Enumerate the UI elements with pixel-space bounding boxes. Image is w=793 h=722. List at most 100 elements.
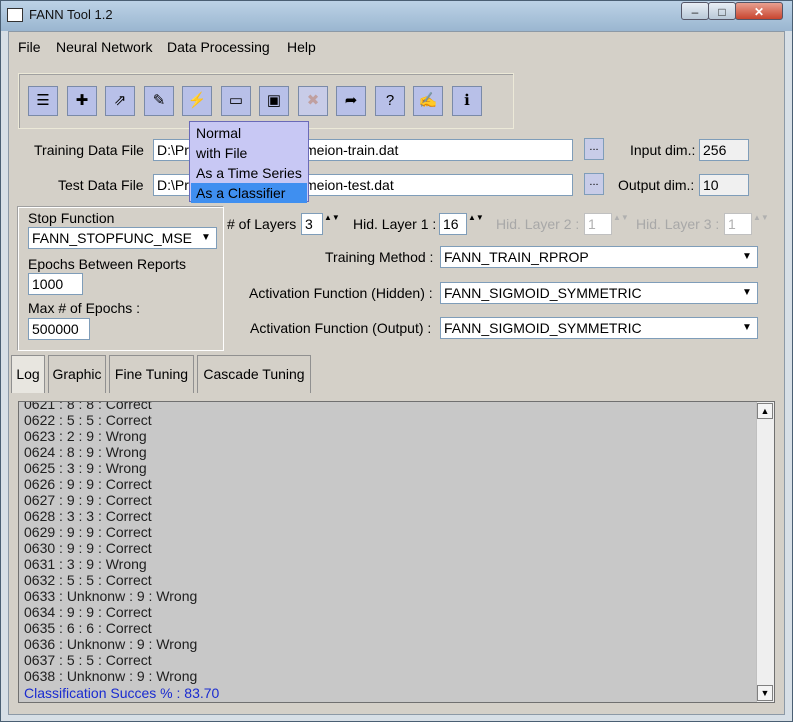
log-line: 0626 : 9 : 9 : Correct — [24, 476, 152, 492]
notes-button[interactable]: ✍ — [413, 86, 443, 116]
test-data-browse-button[interactable]: ... — [584, 173, 604, 195]
epochs-between-reports-field[interactable]: 1000 — [28, 273, 83, 295]
tab-cascade-tuning[interactable]: Cascade Tuning — [197, 355, 311, 393]
epochs-between-reports-label: Epochs Between Reports — [28, 256, 186, 272]
log-panel[interactable]: 0621 : 8 : 8 : Correct 0622 : 5 : 5 : Cor… — [18, 401, 775, 703]
edit-chart-button[interactable]: ✎ — [144, 86, 174, 116]
tab-fine-tuning[interactable]: Fine Tuning — [109, 355, 194, 393]
log-line: 0631 : 3 : 9 : Wrong — [24, 556, 147, 572]
train-icon: ⚡ — [187, 92, 207, 109]
input-dim-label: Input dim.: — [630, 142, 696, 158]
save-button[interactable]: ▣ — [259, 86, 289, 116]
training-data-label: Training Data File — [34, 142, 144, 158]
log-line: 0627 : 9 : 9 : Correct — [24, 492, 152, 508]
delete-button[interactable]: ✖ — [298, 86, 328, 116]
tab-log[interactable]: Log — [11, 355, 45, 393]
activation-hidden-label: Activation Function (Hidden) : — [249, 285, 433, 301]
info-button[interactable]: ℹ — [452, 86, 482, 116]
chart-button[interactable]: ⇗ — [105, 86, 135, 116]
hid-layer-1-label: Hid. Layer 1 : — [353, 216, 437, 232]
log-line: 0628 : 3 : 3 : Correct — [24, 508, 152, 524]
tab-graphic[interactable]: Graphic — [48, 355, 106, 393]
layers-label: # of Layers — [227, 216, 297, 232]
log-line: 0634 : 9 : 9 : Correct — [24, 604, 152, 620]
dropdown-item-normal[interactable]: Normal — [191, 123, 307, 143]
layers-spinner[interactable]: 3 ▲▼ — [301, 213, 340, 235]
classification-summary: Classification Succes % : 83.70 — [24, 685, 220, 701]
stop-function-select[interactable]: FANN_STOPFUNC_MSE ▼ — [28, 227, 217, 249]
help-icon: ? — [385, 92, 395, 109]
stop-function-label: Stop Function — [28, 210, 115, 226]
client-area: File Neural Network Data Processing Help… — [8, 31, 785, 715]
hid-layer-3-spinner[interactable]: 1 ▲▼ — [724, 213, 769, 235]
hid-layer-2-label: Hid. Layer 2 : — [496, 216, 580, 232]
spinner-arrows-icon[interactable]: ▲▼ — [468, 213, 484, 235]
edit-chart-icon: ✎ — [152, 92, 166, 109]
log-scrollbar[interactable]: ▲ ▼ — [756, 402, 774, 702]
title-bar[interactable]: FANN Tool 1.2 ‒ □ ✕ — [1, 1, 792, 31]
minimize-button[interactable]: ‒ — [681, 2, 709, 20]
tree-button[interactable]: ☰ — [28, 86, 58, 116]
spinner-arrows-icon[interactable]: ▲▼ — [324, 213, 340, 235]
log-line: 0637 : 5 : 5 : Correct — [24, 652, 152, 668]
activation-hidden-select[interactable]: FANN_SIGMOID_SYMMETRIC ▼ — [440, 282, 758, 304]
chevron-down-icon: ▼ — [742, 287, 752, 298]
log-line: 0624 : 8 : 9 : Wrong — [24, 444, 147, 460]
menu-neural-network[interactable]: Neural Network — [56, 39, 152, 55]
scroll-down-icon[interactable]: ▼ — [757, 685, 773, 701]
eraser-icon: ▭ — [228, 92, 244, 109]
close-button[interactable]: ✕ — [735, 2, 783, 20]
chevron-down-icon: ▼ — [742, 251, 752, 262]
log-line: 0623 : 2 : 9 : Wrong — [24, 428, 147, 444]
activation-output-select[interactable]: FANN_SIGMOID_SYMMETRIC ▼ — [440, 317, 758, 339]
output-dim-field[interactable]: 10 — [699, 174, 749, 196]
log-line: 0633 : Unknonw : 9 : Wrong — [24, 588, 198, 604]
notes-icon: ✍ — [418, 92, 438, 109]
menu-bar: File Neural Network Data Processing Help — [9, 32, 784, 58]
log-line: 0629 : 9 : 9 : Correct — [24, 524, 152, 540]
chart-icon: ⇗ — [113, 92, 127, 109]
log-line: 0632 : 5 : 5 : Correct — [24, 572, 152, 588]
input-dim-field[interactable]: 256 — [699, 139, 749, 161]
info-icon: ℹ — [464, 92, 470, 109]
chevron-down-icon: ▼ — [742, 322, 752, 333]
log-line: 0625 : 3 : 9 : Wrong — [24, 460, 147, 476]
menu-data-processing[interactable]: Data Processing — [167, 39, 270, 55]
eraser-button[interactable]: ▭ — [221, 86, 251, 116]
dropdown-item-classifier[interactable]: As a Classifier — [191, 183, 307, 203]
log-line: 0636 : Unknonw : 9 : Wrong — [24, 636, 198, 652]
open-folder-icon: ➦ — [344, 92, 358, 109]
help-button[interactable]: ? — [375, 86, 405, 116]
training-data-browse-button[interactable]: ... — [584, 138, 604, 160]
training-method-label: Training Method : — [325, 249, 434, 265]
chevron-down-icon: ▼ — [201, 232, 211, 243]
activation-output-label: Activation Function (Output) : — [250, 320, 432, 336]
spinner-arrows-icon[interactable]: ▲▼ — [753, 213, 769, 235]
hid-layer-1-spinner[interactable]: 16 ▲▼ — [439, 213, 484, 235]
spinner-arrows-icon[interactable]: ▲▼ — [613, 213, 629, 235]
log-line: 0638 : Unknonw : 9 : Wrong — [24, 668, 198, 684]
maximize-button[interactable]: □ — [708, 2, 736, 20]
menu-help[interactable]: Help — [287, 39, 316, 55]
window-title: FANN Tool 1.2 — [29, 7, 113, 22]
save-icon: ▣ — [266, 92, 282, 109]
menu-file[interactable]: File — [18, 39, 41, 55]
scroll-up-icon[interactable]: ▲ — [757, 403, 773, 419]
crop-button[interactable]: ✚ — [67, 86, 97, 116]
hid-layer-2-spinner[interactable]: 1 ▲▼ — [584, 213, 629, 235]
max-epochs-label: Max # of Epochs : — [28, 300, 141, 316]
log-line: 0622 : 5 : 5 : Correct — [24, 412, 152, 428]
output-dim-label: Output dim.: — [618, 177, 695, 193]
hid-layer-3-label: Hid. Layer 3 : — [636, 216, 720, 232]
app-icon — [7, 8, 23, 22]
train-mode-dropdown: Normal with File As a Time Series As a C… — [189, 121, 309, 203]
dropdown-item-time-series[interactable]: As a Time Series — [191, 163, 307, 183]
max-epochs-field[interactable]: 500000 — [28, 318, 90, 340]
training-method-select[interactable]: FANN_TRAIN_RPROP ▼ — [440, 246, 758, 268]
tree-icon: ☰ — [36, 92, 50, 109]
train-button[interactable]: ⚡ — [182, 86, 212, 116]
log-line: 0621 : 8 : 8 : Correct — [24, 401, 152, 412]
dropdown-item-with-file[interactable]: with File — [191, 143, 307, 163]
open-folder-button[interactable]: ➦ — [336, 86, 366, 116]
crop-icon: ✚ — [75, 92, 89, 109]
